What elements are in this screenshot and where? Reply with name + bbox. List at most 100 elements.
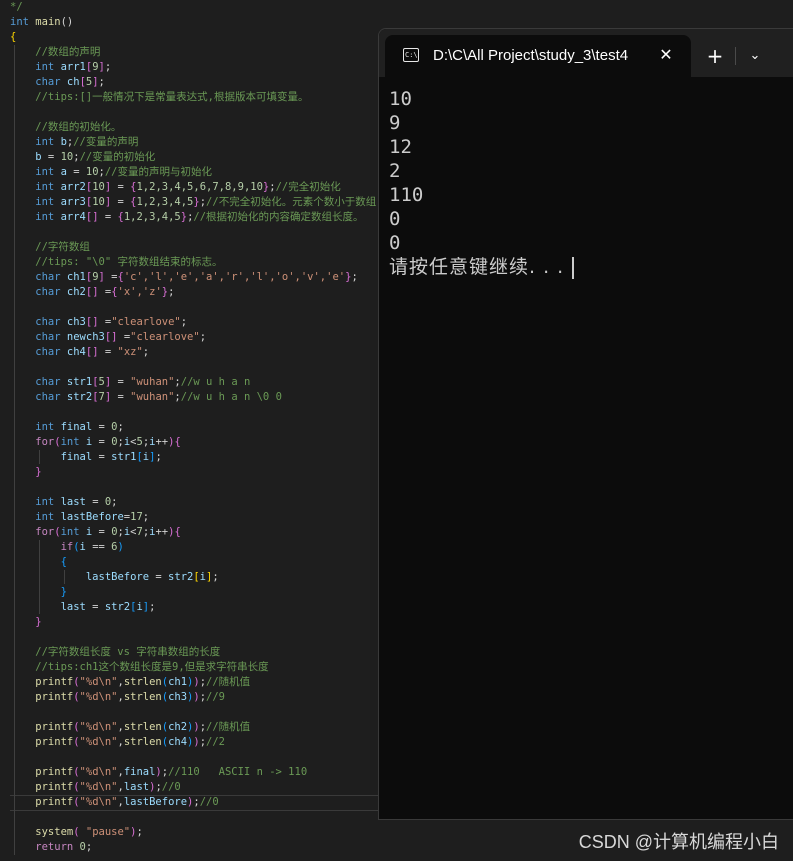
code-line: char ch2[] ={'x','z'};	[10, 285, 174, 300]
code-line: printf("%d\n",lastBefore);//0	[10, 795, 218, 810]
code-token: str2	[168, 571, 194, 583]
code-token: char	[10, 346, 67, 358]
code-token: printf	[10, 721, 74, 733]
code-token: str2	[104, 601, 131, 613]
code-token: arr1	[60, 61, 86, 73]
code-token: int	[60, 526, 86, 538]
code-token: =	[66, 166, 86, 178]
code-token: lastBefore	[10, 571, 150, 583]
code-token: ;	[168, 286, 175, 298]
code-token: =	[117, 331, 131, 343]
code-line: lastBefore = str2[i];	[10, 570, 219, 585]
code-token: "%d\n"	[79, 736, 118, 748]
code-token: arr3	[60, 196, 86, 208]
code-token: =	[98, 346, 118, 358]
code-token: for	[10, 436, 55, 448]
code-token: =	[85, 601, 105, 613]
code-token: []	[85, 346, 99, 358]
code-line: system( "pause");	[10, 825, 143, 840]
code-line: {	[10, 555, 67, 570]
code-token: int	[10, 211, 61, 223]
code-token: strlen	[123, 736, 162, 748]
code-token: []	[104, 331, 118, 343]
code-token: final	[10, 451, 93, 463]
code-line: int arr3[10] = {1,2,3,4,5};//不完全初始化。元素个数…	[10, 195, 376, 210]
output-line: 110	[389, 184, 424, 206]
code-token: //不完全初始化。元素个数小于数组	[206, 196, 377, 208]
code-token: strlen	[123, 676, 162, 688]
code-token: []	[85, 286, 99, 298]
code-token: //变量的声明与初始化	[104, 166, 213, 178]
code-token: ==	[85, 541, 112, 553]
code-token: "xz"	[117, 346, 143, 358]
terminal-titlebar[interactable]: C:\ D:\C\All Project\study_3\test4 ✕ + ⌄	[379, 29, 793, 77]
code-token: char	[10, 286, 67, 298]
terminal-output[interactable]: 10 9 12 2 110 0 0 请按任意键继续. . .	[389, 87, 789, 279]
code-token: []	[85, 211, 99, 223]
code-token: last	[60, 496, 86, 508]
chevron-down-icon[interactable]: ⌄	[741, 42, 769, 70]
terminal-window[interactable]: C:\ D:\C\All Project\study_3\test4 ✕ + ⌄…	[378, 28, 793, 820]
code-token: b	[10, 151, 42, 163]
code-token: 10	[60, 151, 74, 163]
code-token: ;	[117, 421, 124, 433]
code-token: int	[10, 136, 61, 148]
code-token: {	[174, 436, 181, 448]
titlebar-divider	[735, 47, 736, 65]
code-line: printf("%d\n",final);//110 ASCII n -> 11…	[10, 765, 307, 780]
code-token: ++	[155, 436, 169, 448]
code-token: {	[10, 31, 17, 43]
code-line: char ch1[9] ={'c','l','e','a','r','l','o…	[10, 270, 358, 285]
code-token: char	[10, 376, 67, 388]
code-line: int a = 10;//变量的声明与初始化	[10, 165, 212, 180]
code-line: */	[10, 0, 23, 15]
code-token: char	[10, 271, 67, 283]
code-token: //随机值	[206, 676, 251, 688]
code-token: =	[149, 571, 169, 583]
tab-title: D:\C\All Project\study_3\test4	[433, 47, 629, 64]
code-token: "pause"	[79, 826, 131, 838]
code-line: {	[10, 30, 16, 45]
code-token: printf	[10, 796, 74, 808]
code-token: "clearlove"	[111, 316, 181, 328]
code-token: main	[35, 16, 61, 28]
code-line: char str1[5] = "wuhan";//w u h a n	[10, 375, 250, 390]
code-token: =	[104, 271, 118, 283]
new-tab-button[interactable]: +	[701, 42, 729, 70]
code-token: int	[10, 196, 61, 208]
terminal-tab[interactable]: C:\ D:\C\All Project\study_3\test4 ✕	[385, 35, 691, 77]
code-token: "%d\n"	[79, 781, 118, 793]
code-token: //tips:ch1这个数组长度是9,但是求字符串长度	[10, 661, 269, 673]
output-line: 2	[389, 160, 401, 182]
code-token: //tips:[]一般情况下是常量表达式,根据版本可填变量。	[10, 91, 309, 103]
code-token: =	[92, 526, 112, 538]
code-token: =	[85, 496, 105, 508]
code-token: */	[10, 1, 23, 13]
code-token: ;	[85, 841, 93, 853]
code-line: final = str1[i];	[10, 450, 162, 465]
code-token: "clearlove"	[130, 331, 200, 343]
code-token: =	[92, 451, 112, 463]
code-token: final	[60, 421, 93, 433]
code-token: 'c','l','e','a','r','l','o','v','e'	[123, 271, 346, 283]
code-token: int	[10, 181, 61, 193]
console-icon: C:\	[403, 48, 419, 62]
code-line: printf("%d\n",strlen(ch2));//随机值	[10, 720, 250, 735]
code-token: char	[10, 331, 67, 343]
close-icon[interactable]: ✕	[655, 44, 677, 66]
code-line: //tips:ch1这个数组长度是9,但是求字符串长度	[10, 660, 269, 675]
code-token: newch3	[66, 331, 105, 343]
code-line: }	[10, 465, 42, 480]
code-token: int	[10, 166, 61, 178]
code-token: final	[123, 766, 156, 778]
code-token: ;	[351, 271, 358, 283]
code-token: int	[10, 511, 61, 523]
code-line: printf("%d\n",strlen(ch4));//2	[10, 735, 225, 750]
code-token: char	[10, 391, 67, 403]
code-line: int main()	[10, 15, 73, 30]
output-line: 0	[389, 208, 401, 230]
code-token: last	[10, 601, 86, 613]
code-token: }	[10, 466, 42, 478]
code-token: printf	[10, 691, 74, 703]
code-token: 1,2,3,4,5	[123, 211, 181, 223]
